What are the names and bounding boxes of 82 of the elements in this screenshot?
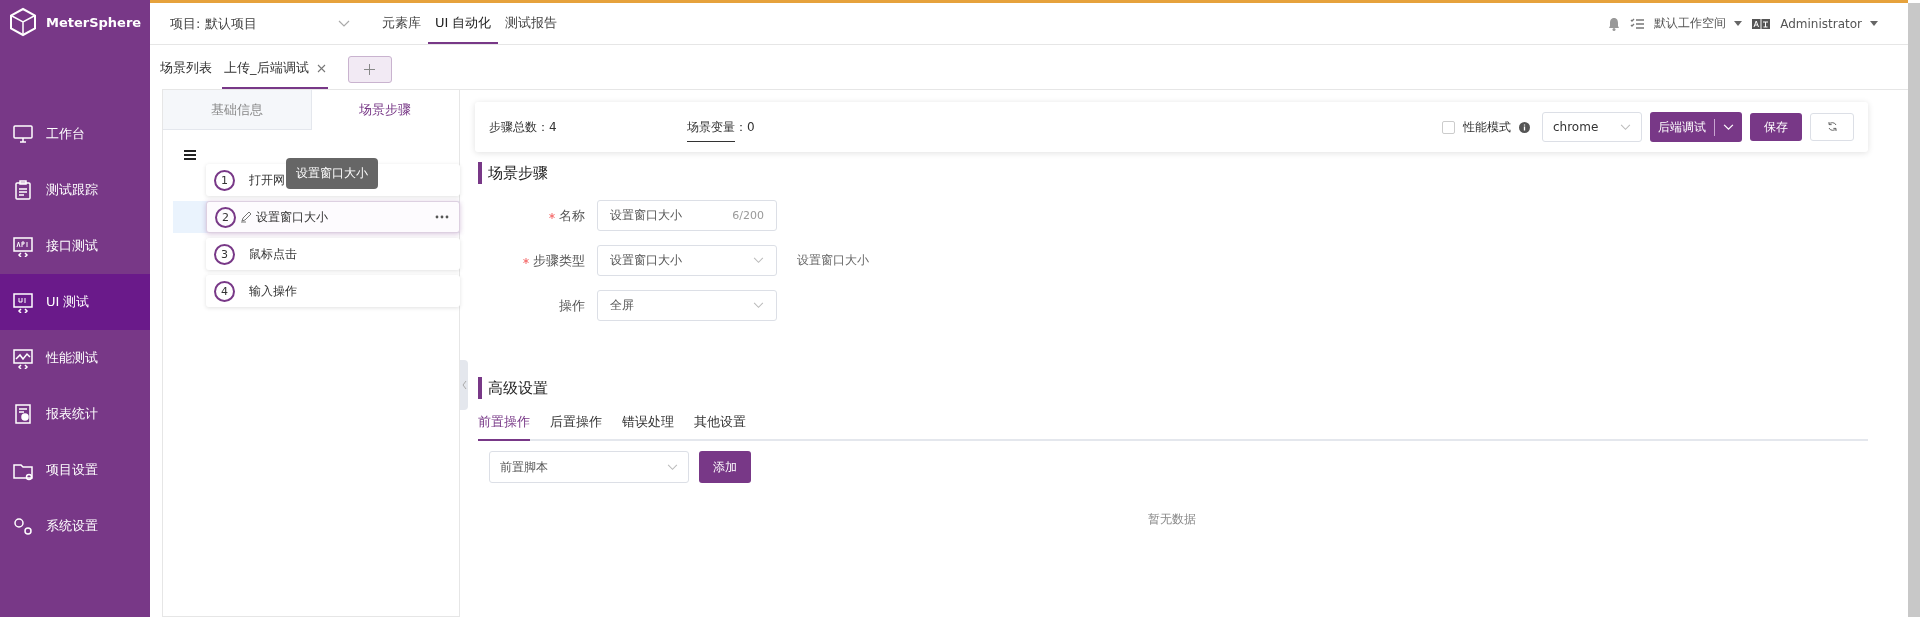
chevron-down-icon [753,302,764,309]
project-select[interactable]: 项目: 默认项目 [170,14,350,33]
nav-tab[interactable]: 测试报告 [498,3,565,44]
field-hint: 设置窗口大小 [797,252,869,269]
settings-tab[interactable]: 错误处理 [622,413,674,441]
scenario-tab[interactable]: 场景列表 [160,59,212,89]
field-label: 名称 [559,206,585,225]
nav-tab[interactable]: 元素库 [375,3,428,44]
checkbox[interactable] [1442,120,1455,134]
menu-icon[interactable] [184,150,196,160]
sidebar-item[interactable]: 性能测试 [0,330,150,386]
chevron-down-icon [753,257,764,264]
gears-icon [12,515,34,537]
step-number: 1 [214,169,235,191]
add-button[interactable]: 添加 [699,451,751,483]
step-number: 4 [214,280,235,302]
sidebar-item[interactable]: 工作台 [0,106,150,162]
chevron-down-icon [667,463,678,471]
info-icon [1519,121,1530,133]
step-count: 步骤总数：4 [489,118,558,136]
settings-tab[interactable]: 前置操作 [478,413,530,441]
chevron-down-icon [1620,123,1631,131]
sidebar-item[interactable]: 接口测试 [0,218,150,274]
run-split-button[interactable]: 后端调试 [1650,112,1742,142]
step-number: 3 [214,243,235,265]
bell-icon[interactable] [1608,16,1621,31]
empty-text: 暂无数据 [1146,511,1197,528]
step-item[interactable]: 2 设置窗口大小 [206,201,460,233]
save-button[interactable]: 保存 [1750,113,1802,141]
settings-tab[interactable]: 后置操作 [550,413,602,441]
step-item[interactable]: 4 输入操作 [206,275,460,307]
app-name: MeterSphere [46,14,142,30]
sidebar-item[interactable]: 测试跟踪 [0,162,150,218]
task-list-icon[interactable] [1630,17,1645,30]
sidebar-item[interactable]: UI 测试 [0,274,150,330]
step-label: 鼠标点击 [249,245,297,263]
tooltip: 设置窗口大小 [286,158,378,189]
panel-tab[interactable]: 基础信息 [163,90,312,130]
select-field[interactable]: 设置窗口大小 [597,245,777,276]
api-icon [12,235,34,257]
monitor-icon [12,123,34,145]
more-icon[interactable] [435,215,449,219]
clipboard-icon [12,179,34,201]
collapse-handle[interactable] [460,360,468,410]
step-label: 输入操作 [249,282,297,300]
chevron-left-icon [461,381,467,389]
user-menu[interactable]: Administrator [1780,16,1878,31]
step-number: 2 [215,206,236,228]
ui-code-icon [12,291,34,313]
scrollbar[interactable] [1908,3,1920,617]
step-item[interactable]: 3 鼠标点击 [206,238,460,270]
field-label: 操作 [559,296,585,315]
step-label: 打开网 [249,171,285,189]
field-label: 步骤类型 [533,251,585,270]
caret-icon [1734,21,1743,26]
sidebar-item[interactable]: 项目设置 [0,442,150,498]
pencil-icon[interactable] [240,211,252,223]
step-label: 设置窗口大小 [256,208,328,226]
chevron-down-icon[interactable] [1723,123,1734,131]
select-field[interactable]: 全屏 [597,290,777,321]
section-title: 高级设置 [478,377,1868,399]
report-icon [12,403,34,425]
sidebar-item[interactable]: 系统设置 [0,498,150,554]
close-icon[interactable] [316,63,326,73]
script-select[interactable]: 前置脚本 [489,451,689,483]
nav-tab[interactable]: UI 自动化 [428,3,499,44]
browser-select[interactable]: chrome [1542,112,1642,142]
workspace-select[interactable]: 默认工作空间 [1654,15,1743,32]
section-title: 场景步骤 [478,162,1868,184]
chevron-down-icon [338,19,350,28]
variables-count: ：0 [735,119,755,136]
variables-link[interactable]: 场景变量 [687,119,735,142]
refresh-icon [1826,120,1838,132]
chart-code-icon [12,347,34,369]
sidebar-item[interactable]: 报表统计 [0,386,150,442]
checkbox-label: 性能模式 [1463,118,1511,136]
logo-icon [8,7,38,37]
plus-icon [364,64,375,75]
caret-icon [1870,21,1878,26]
language-icon[interactable] [1752,18,1771,29]
settings-tab[interactable]: 其他设置 [694,413,746,441]
name-input-field[interactable]: 设置窗口大小 6/200 [597,200,777,231]
